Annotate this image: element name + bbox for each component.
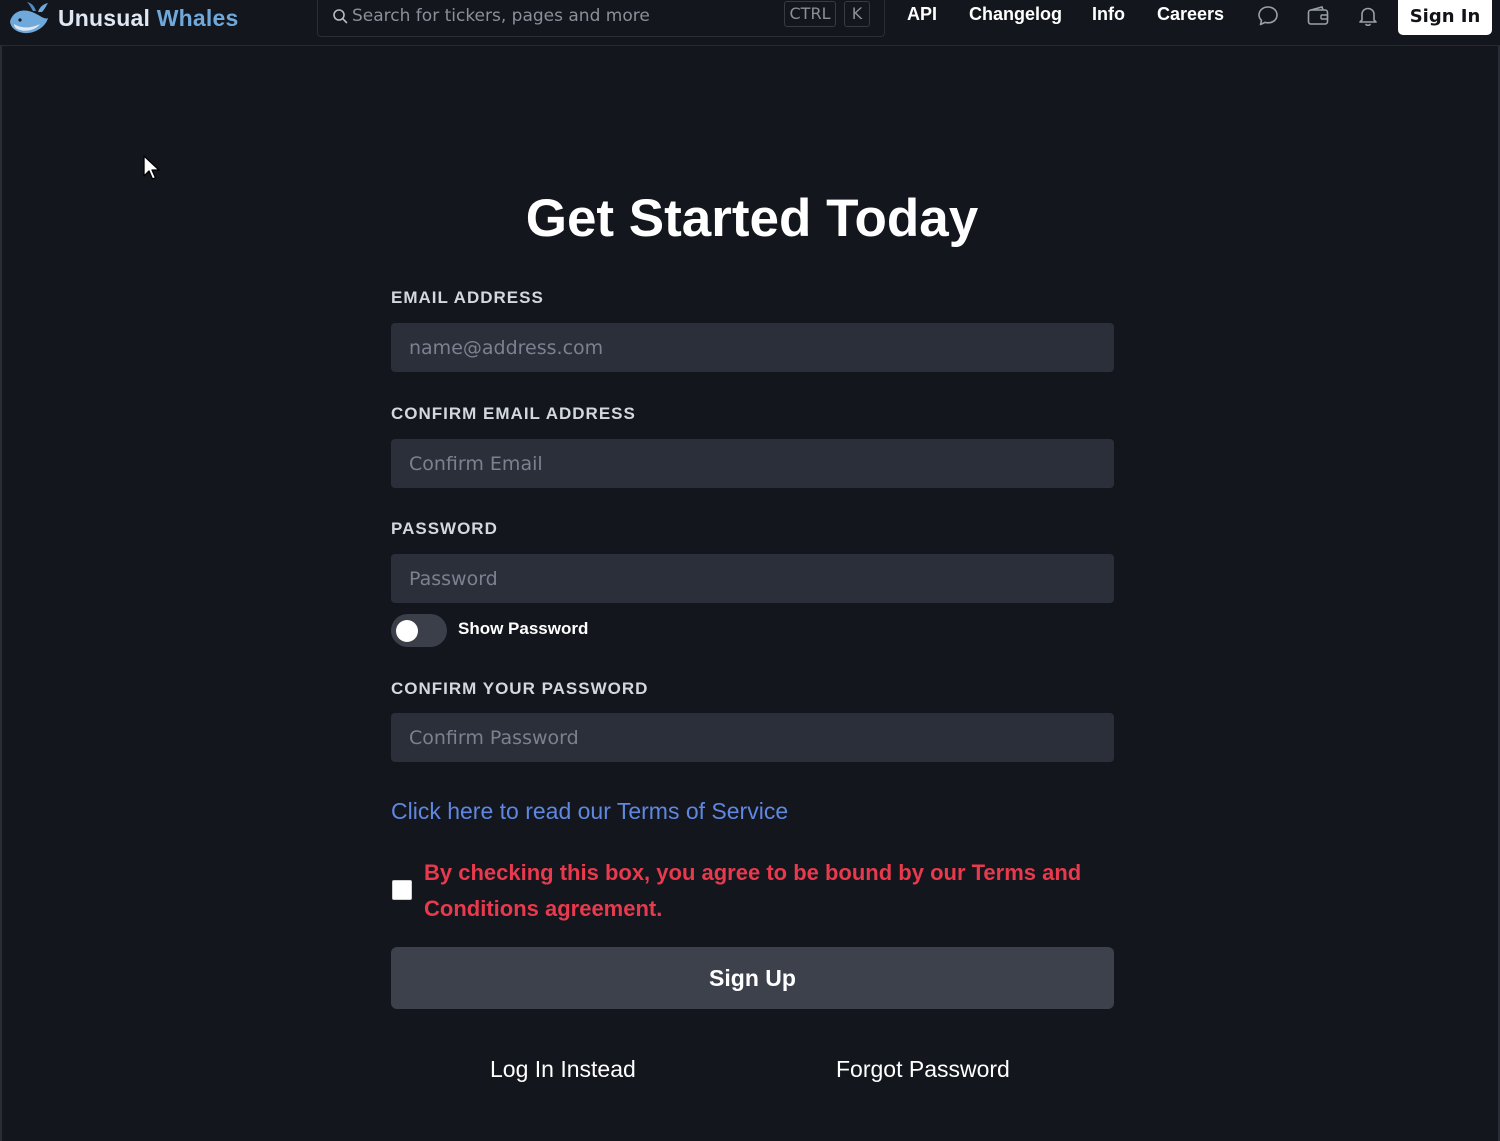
nav-link-api[interactable]: API xyxy=(907,4,937,28)
confirm-email-label: CONFIRM EMAIL ADDRESS xyxy=(391,404,636,423)
forgot-password-link[interactable]: Forgot Password xyxy=(836,1056,1010,1083)
show-password-label[interactable]: Show Password xyxy=(458,619,588,639)
brand-logo[interactable]: Unusual Whales xyxy=(6,0,238,36)
nav-link-careers[interactable]: Careers xyxy=(1157,4,1224,28)
search-input[interactable] xyxy=(352,2,772,30)
page-title: Get Started Today xyxy=(525,189,979,248)
email-label: EMAIL ADDRESS xyxy=(391,288,544,307)
bell-icon[interactable] xyxy=(1356,4,1380,28)
confirm-email-field[interactable] xyxy=(391,439,1114,488)
password-field[interactable] xyxy=(391,554,1114,603)
wallet-icon[interactable] xyxy=(1306,4,1330,28)
sign-in-button[interactable]: Sign In xyxy=(1398,0,1492,35)
sign-up-button[interactable]: Sign Up xyxy=(391,947,1114,1009)
confirm-password-label: CONFIRM YOUR PASSWORD xyxy=(391,679,649,698)
show-password-toggle[interactable] xyxy=(391,614,447,647)
nav-link-info[interactable]: Info xyxy=(1092,4,1125,28)
chat-icon[interactable] xyxy=(1256,4,1280,28)
whale-logo-icon xyxy=(10,2,48,34)
agreement-text: By checking this box, you agree to be bo… xyxy=(424,860,1082,921)
search-icon xyxy=(333,9,348,24)
email-field[interactable] xyxy=(391,323,1114,372)
agreement-checkbox[interactable] xyxy=(392,880,412,900)
top-navbar: Unusual Whales CTRL K API Changelog Info… xyxy=(0,0,1500,46)
shortcut-ctrl-key: CTRL xyxy=(784,1,836,27)
password-label: PASSWORD xyxy=(391,519,498,538)
toggle-knob xyxy=(396,620,418,642)
brand-name: Unusual Whales xyxy=(58,4,239,31)
mouse-cursor-icon xyxy=(143,155,160,180)
log-in-instead-link[interactable]: Log In Instead xyxy=(490,1056,636,1083)
global-search[interactable]: CTRL K xyxy=(317,0,885,37)
shortcut-k-key: K xyxy=(844,1,870,27)
confirm-password-field[interactable] xyxy=(391,713,1114,762)
terms-of-service-link[interactable]: Click here to read our Terms of Service xyxy=(391,798,788,825)
nav-link-changelog[interactable]: Changelog xyxy=(969,4,1062,28)
